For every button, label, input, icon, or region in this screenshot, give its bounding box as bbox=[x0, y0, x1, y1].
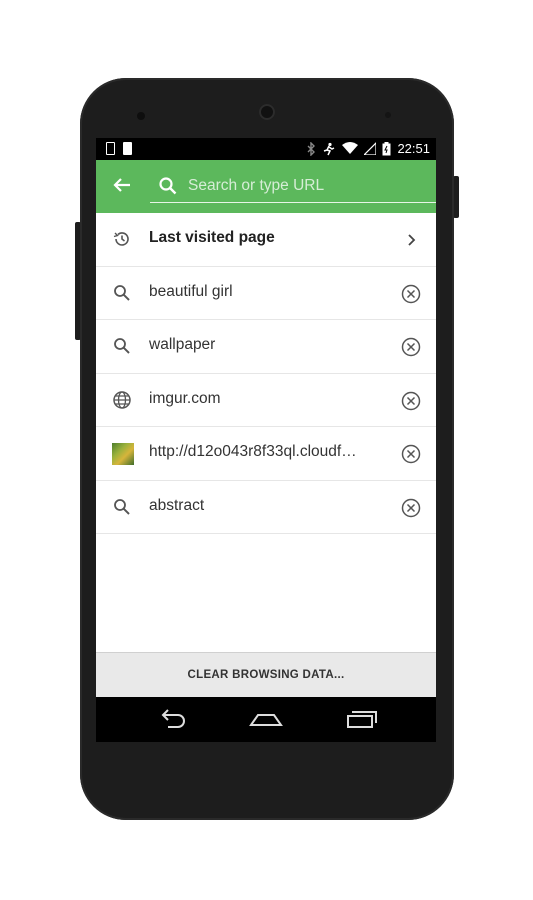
history-icon bbox=[113, 232, 129, 246]
list-item-last-visited[interactable]: Last visited page bbox=[96, 213, 436, 267]
screen: 22:51 Last visited page bbox=[96, 138, 436, 742]
proximity-sensor bbox=[385, 112, 391, 118]
search-icon bbox=[114, 338, 130, 354]
download-notification-icon bbox=[106, 142, 115, 155]
list-item-search-history[interactable]: abstract bbox=[96, 481, 436, 534]
back-arrow-icon[interactable] bbox=[110, 173, 134, 197]
front-camera bbox=[137, 112, 145, 120]
signal-icon bbox=[364, 142, 377, 155]
activity-icon bbox=[324, 142, 335, 155]
globe-icon bbox=[113, 390, 131, 409]
screenshot-notification-icon bbox=[123, 142, 132, 155]
remove-icon[interactable] bbox=[400, 336, 422, 358]
clock: 22:51 bbox=[397, 141, 430, 156]
remove-icon[interactable] bbox=[400, 390, 422, 412]
site-thumbnail bbox=[112, 443, 134, 465]
list-item-label: imgur.com bbox=[149, 389, 221, 407]
nav-back-icon[interactable] bbox=[154, 707, 190, 731]
list-item-search-history[interactable]: wallpaper bbox=[96, 320, 436, 374]
nav-recents-icon[interactable] bbox=[344, 707, 380, 731]
list-item-label: Last visited page bbox=[149, 229, 275, 246]
search-field[interactable] bbox=[150, 170, 436, 203]
list-item-label: abstract bbox=[149, 496, 205, 514]
list-item-search-history[interactable]: beautiful girl bbox=[96, 267, 436, 320]
status-bar: 22:51 bbox=[96, 138, 436, 160]
search-icon bbox=[159, 177, 177, 195]
list-item-url[interactable]: http://d12o043r8f33ql.cloudf… bbox=[96, 427, 436, 481]
system-nav-bar bbox=[96, 697, 436, 742]
remove-icon[interactable] bbox=[400, 443, 422, 465]
list-item-label: wallpaper bbox=[149, 336, 216, 353]
wifi-icon bbox=[342, 142, 359, 154]
suggestion-list: Last visited page beautiful girl wallpap… bbox=[96, 213, 436, 534]
chevron-right-icon bbox=[408, 234, 416, 246]
list-item-label: http://d12o043r8f33ql.cloudf… bbox=[149, 443, 357, 460]
battery-icon bbox=[382, 141, 391, 155]
app-bar bbox=[96, 160, 436, 213]
search-input[interactable] bbox=[186, 173, 430, 199]
list-item-label: beautiful girl bbox=[149, 282, 233, 300]
remove-icon[interactable] bbox=[400, 497, 422, 519]
bluetooth-icon bbox=[307, 141, 316, 156]
nav-home-icon[interactable] bbox=[248, 707, 284, 731]
search-icon bbox=[114, 498, 130, 515]
list-item-site[interactable]: imgur.com bbox=[96, 374, 436, 427]
earpiece-speaker bbox=[259, 104, 275, 120]
clear-browsing-data-button[interactable]: CLEAR BROWSING DATA... bbox=[96, 652, 436, 698]
remove-icon[interactable] bbox=[400, 283, 422, 305]
search-icon bbox=[114, 284, 130, 301]
